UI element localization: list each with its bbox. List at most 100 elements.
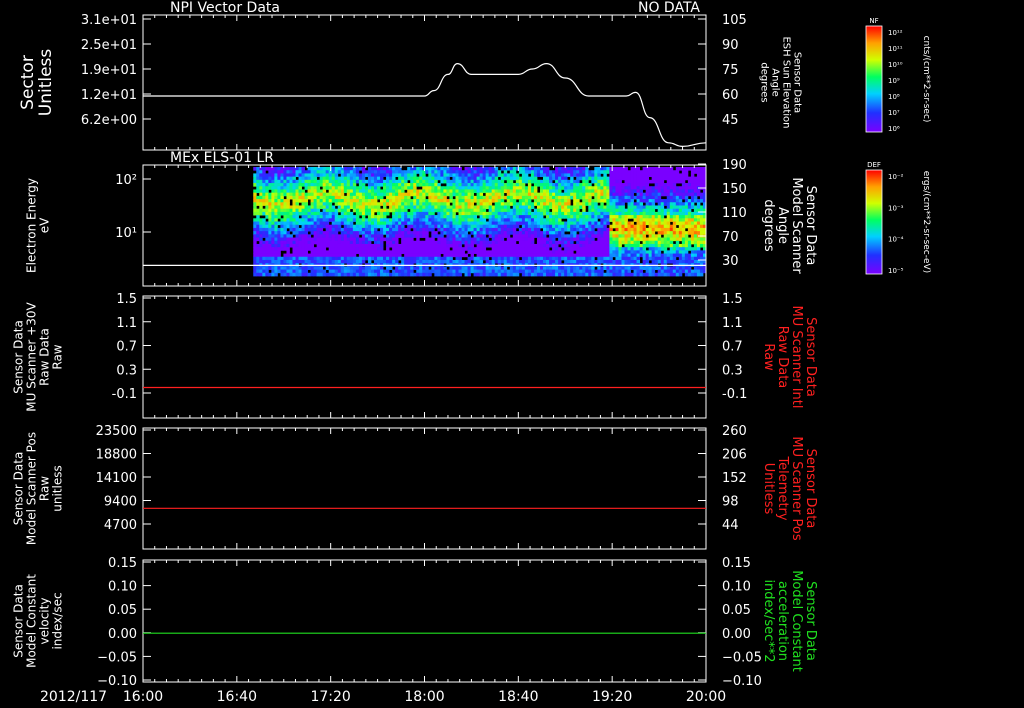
spectrogram-cell [524, 192, 529, 197]
spectrogram-cell [669, 215, 674, 219]
spectrogram-cell [253, 231, 257, 235]
spectrogram-cell [509, 227, 514, 232]
spectrogram-cell [494, 259, 499, 264]
spectrogram-cell [630, 253, 634, 258]
spectrogram-cell [588, 186, 592, 190]
spectrogram-cell [425, 167, 429, 171]
spectrogram-cell [527, 237, 532, 242]
spectrogram-cell [693, 199, 698, 203]
spectrogram-cell [539, 211, 544, 216]
spectrogram-cell [558, 240, 562, 245]
spectrogram-cell [343, 218, 348, 222]
spectrogram-cell [301, 192, 305, 197]
spectrogram-cell [319, 231, 324, 235]
spectrogram-cell [530, 186, 535, 190]
spectrogram-cell [367, 237, 372, 242]
spectrogram-cell [648, 195, 653, 200]
spectrogram-cell [561, 215, 565, 219]
spectrogram-cell [431, 215, 435, 219]
spectrogram-cell [546, 227, 550, 232]
spectrogram-cell [506, 195, 511, 200]
spectrogram-cell [530, 173, 535, 178]
spectrogram-cell [310, 189, 315, 194]
spectrogram-cell [346, 183, 351, 187]
spectrogram-cell [455, 243, 459, 248]
spectrogram-cell [446, 202, 450, 206]
spectrogram-cell [645, 243, 650, 248]
spectrogram-cell [594, 224, 598, 229]
spectrogram-cell [428, 240, 432, 245]
spectrogram-cell [690, 253, 695, 258]
spectrogram-cell [422, 272, 426, 277]
spectrogram-cell [591, 231, 595, 235]
spectrogram-cell [536, 205, 541, 210]
spectrogram-cell [449, 272, 453, 277]
spectrogram-cell [503, 215, 508, 219]
spectrogram-cell [373, 221, 378, 226]
spectrogram-cell [364, 250, 369, 254]
spectrogram-cell [464, 240, 468, 245]
spectrogram-cell [259, 195, 263, 200]
spectrogram-cell [609, 176, 613, 181]
spectrogram-cell [609, 243, 613, 248]
spectrogram-cell [657, 211, 662, 216]
spectrogram-cell [573, 211, 577, 216]
spectrogram-cell [328, 199, 333, 203]
spectrogram-cell [464, 221, 468, 226]
spectrogram-cell [277, 215, 281, 219]
spectrogram-cell [322, 221, 327, 226]
spectrogram-cell [615, 231, 619, 235]
spectrogram-cell [624, 186, 628, 190]
spectrogram-cell [274, 215, 278, 219]
spectrogram-cell [618, 218, 622, 222]
spectrogram-cell [636, 227, 640, 232]
spectrogram-cell [392, 259, 396, 264]
spectrogram-cell [663, 266, 668, 270]
spectrogram-cell [645, 186, 650, 190]
spectrogram-cell [651, 189, 656, 194]
spectrogram-cell [521, 250, 526, 254]
spectrogram-cell [555, 208, 559, 213]
spectrogram-cell [476, 186, 481, 190]
spectrogram-cell [316, 202, 321, 206]
spectrogram-cell [606, 247, 610, 251]
spectrogram-cell [618, 224, 622, 229]
spectrogram-cell [452, 240, 456, 245]
spectrogram-cell [380, 208, 384, 213]
spectrogram-cell [536, 221, 541, 226]
spectrogram-cell [370, 272, 375, 277]
spectrogram-cell [343, 199, 348, 203]
spectrogram-cell [536, 192, 541, 197]
spectrogram-cell [286, 186, 290, 190]
spectrogram-cell [395, 221, 399, 226]
spectrogram-cell [515, 186, 520, 190]
spectrogram-cell [530, 266, 535, 270]
spectrogram-cell [594, 192, 598, 197]
spectrogram-cell [681, 215, 686, 219]
spectrogram-cell [458, 211, 462, 216]
spectrogram-cell [675, 231, 680, 235]
spectrogram-cell [645, 195, 650, 200]
spectrogram-cell [639, 211, 644, 216]
spectrogram-cell [407, 221, 411, 226]
spectrogram-cell [262, 183, 266, 187]
spectrogram-cell [582, 227, 586, 232]
spectrogram-cell [561, 243, 565, 248]
spectrogram-cell [482, 253, 487, 258]
spectrogram-cell [666, 199, 671, 203]
spectrogram-cell [295, 211, 299, 216]
spectrogram-cell [428, 173, 432, 178]
spectrogram-cell [654, 183, 659, 187]
spectrogram-cell [277, 183, 281, 187]
spectrogram-cell [527, 215, 532, 219]
spectrogram-cell [515, 234, 520, 238]
spectrogram-cell [355, 234, 360, 238]
spectrogram-cell [585, 215, 589, 219]
spectrogram-cell [627, 183, 631, 187]
spectrogram-cell [328, 240, 333, 245]
spectrogram-cell [404, 240, 408, 245]
spectrogram-cell [370, 167, 375, 171]
spectrogram-cell [259, 240, 263, 245]
spectrogram-cell [292, 218, 296, 222]
spectrogram-cell [386, 170, 390, 174]
